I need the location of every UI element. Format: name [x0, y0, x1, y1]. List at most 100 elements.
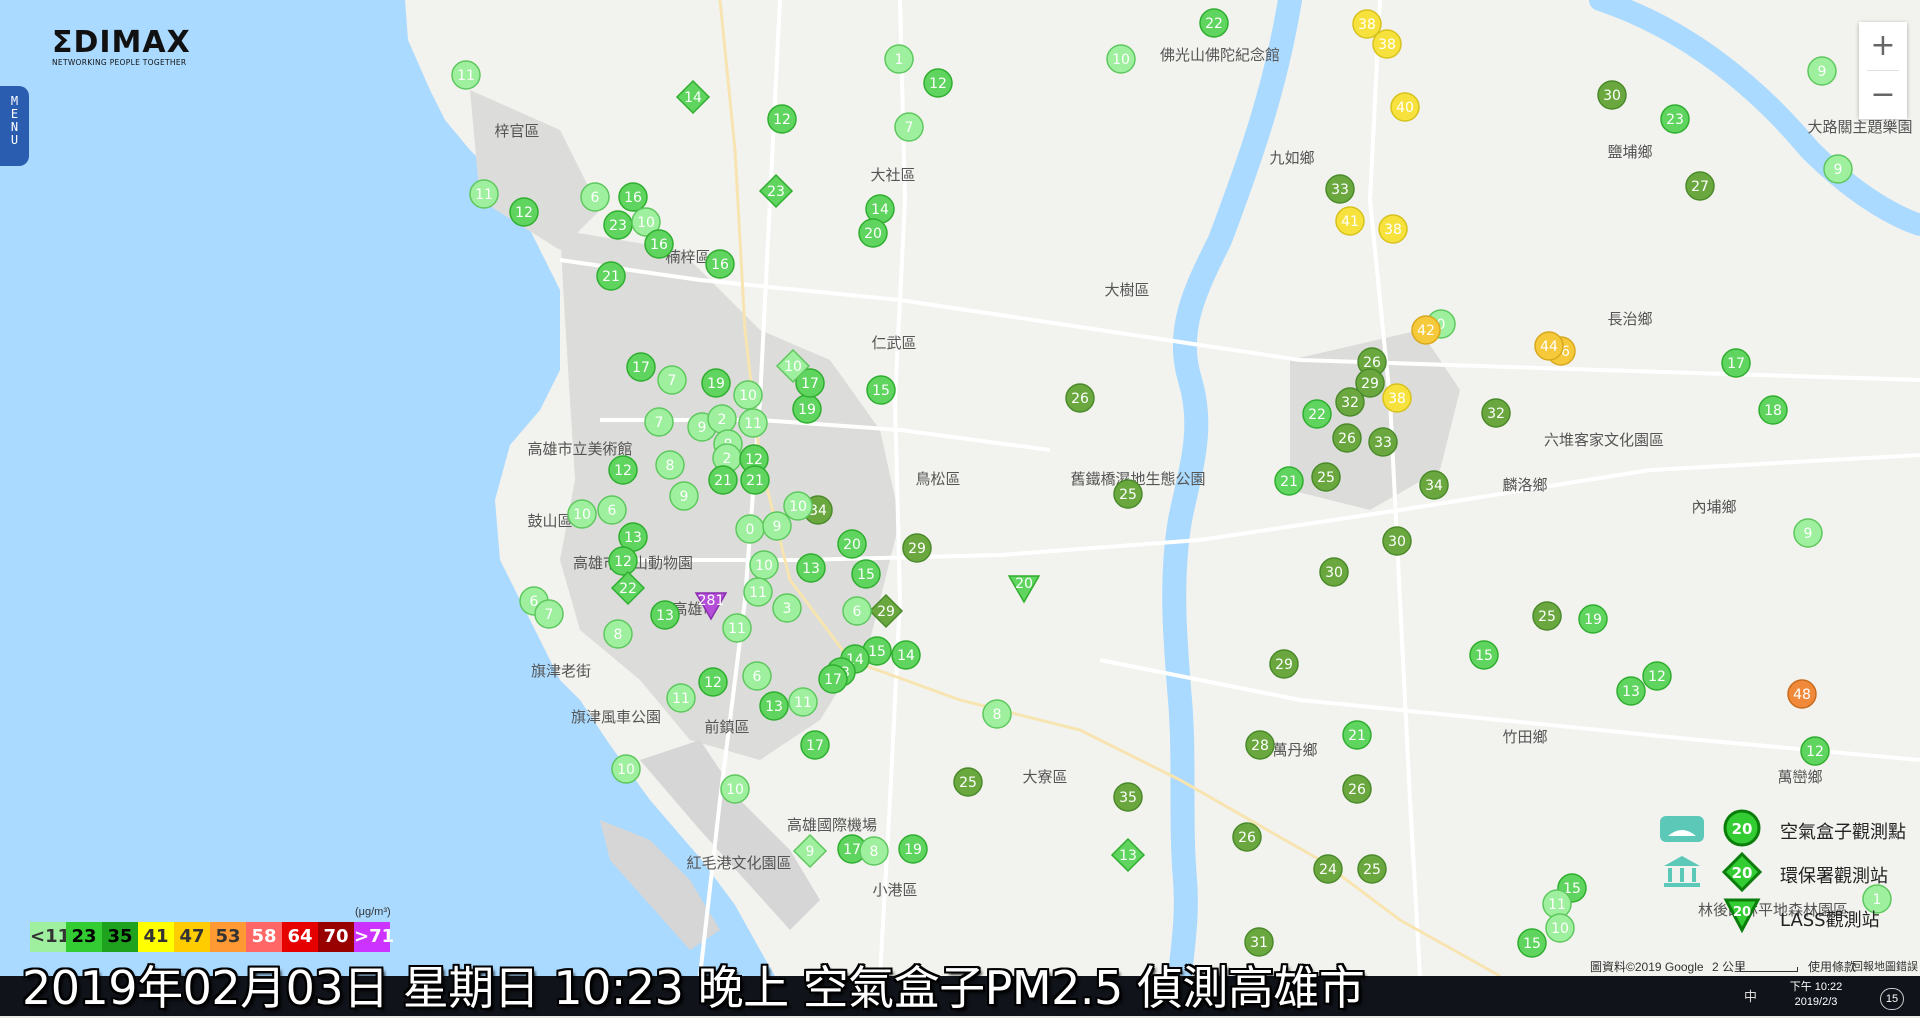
- airbox-station-marker[interactable]: 25: [1532, 601, 1562, 631]
- airbox-station-marker[interactable]: 28: [1245, 730, 1275, 760]
- airbox-station-marker[interactable]: 40: [1390, 92, 1420, 122]
- airbox-station-marker[interactable]: 8: [655, 450, 685, 480]
- airbox-station-marker[interactable]: 16: [705, 249, 735, 279]
- airbox-station-marker[interactable]: 9: [762, 511, 792, 541]
- airbox-station-marker[interactable]: 7: [534, 599, 564, 629]
- airbox-station-marker[interactable]: 41: [1335, 206, 1365, 236]
- report-map-error-link[interactable]: 回報地圖錯誤: [1852, 958, 1918, 974]
- airbox-station-marker[interactable]: 11: [743, 577, 773, 607]
- airbox-station-marker[interactable]: 33: [1368, 427, 1398, 457]
- airbox-station-marker[interactable]: 12: [608, 546, 638, 576]
- airbox-station-marker[interactable]: 7: [644, 407, 674, 437]
- airbox-station-marker[interactable]: 42: [1411, 315, 1441, 345]
- airbox-station-marker[interactable]: 0: [735, 514, 765, 544]
- airbox-station-marker[interactable]: 6: [580, 182, 610, 212]
- airbox-station-marker[interactable]: 12: [767, 104, 797, 134]
- airbox-station-marker[interactable]: 19: [701, 368, 731, 398]
- airbox-station-marker[interactable]: 7: [657, 365, 687, 395]
- airbox-station-marker[interactable]: 15: [866, 375, 896, 405]
- airbox-station-marker[interactable]: 9: [1807, 56, 1837, 86]
- airbox-station-marker[interactable]: 21: [1342, 720, 1372, 750]
- airbox-station-marker[interactable]: 21: [740, 465, 770, 495]
- airbox-station-marker[interactable]: 29: [1269, 649, 1299, 679]
- airbox-station-marker[interactable]: 10: [720, 774, 750, 804]
- airbox-station-marker[interactable]: 32: [1481, 398, 1511, 428]
- airbox-station-marker[interactable]: 11: [722, 613, 752, 643]
- airbox-station-marker[interactable]: 8: [859, 836, 889, 866]
- airbox-station-marker[interactable]: 22: [1199, 8, 1229, 38]
- airbox-station-marker[interactable]: 13: [796, 553, 826, 583]
- airbox-station-marker[interactable]: 15: [851, 559, 881, 589]
- airbox-station-marker[interactable]: 38: [1378, 214, 1408, 244]
- airbox-station-marker[interactable]: 19: [792, 394, 822, 424]
- airbox-station-marker[interactable]: 12: [923, 68, 953, 98]
- taskbar-clock[interactable]: 下午 10:22 2019/2/3: [1780, 980, 1852, 1010]
- airbox-station-marker[interactable]: 20: [858, 218, 888, 248]
- zoom-in-button[interactable]: +: [1859, 22, 1907, 70]
- airbox-station-marker[interactable]: 44: [1534, 331, 1564, 361]
- airbox-station-marker[interactable]: 17: [1721, 348, 1751, 378]
- airbox-station-marker[interactable]: 26: [1232, 822, 1262, 852]
- airbox-station-marker[interactable]: 16: [644, 229, 674, 259]
- airbox-station-marker[interactable]: 38: [1382, 383, 1412, 413]
- airbox-station-marker[interactable]: 30: [1319, 557, 1349, 587]
- airbox-station-marker[interactable]: 7: [894, 112, 924, 142]
- airbox-station-marker[interactable]: 18: [1758, 395, 1788, 425]
- airbox-station-marker[interactable]: 13: [1616, 676, 1646, 706]
- airbox-station-marker[interactable]: 30: [1597, 80, 1627, 110]
- airbox-station-marker[interactable]: 25: [1357, 854, 1387, 884]
- airbox-station-marker[interactable]: 19: [898, 834, 928, 864]
- menu-button[interactable]: MENU: [0, 86, 29, 166]
- airbox-station-marker[interactable]: 11: [469, 179, 499, 209]
- airbox-station-marker[interactable]: 9: [669, 481, 699, 511]
- airbox-station-marker[interactable]: 17: [818, 664, 848, 694]
- airbox-station-marker[interactable]: 12: [1642, 661, 1672, 691]
- airbox-station-marker[interactable]: 30: [1382, 526, 1412, 556]
- notification-center-button[interactable]: 15: [1880, 988, 1904, 1010]
- zoom-out-button[interactable]: −: [1859, 71, 1907, 119]
- airbox-station-marker[interactable]: 38: [1372, 29, 1402, 59]
- airbox-station-marker[interactable]: 8: [982, 699, 1012, 729]
- airbox-station-marker[interactable]: 1: [884, 44, 914, 74]
- airbox-station-marker[interactable]: 21: [708, 465, 738, 495]
- airbox-station-marker[interactable]: 23: [1660, 104, 1690, 134]
- airbox-station-marker[interactable]: 23: [603, 210, 633, 240]
- airbox-station-marker[interactable]: 10: [733, 380, 763, 410]
- airbox-station-marker[interactable]: 6: [742, 661, 772, 691]
- airbox-station-marker[interactable]: 6: [597, 495, 627, 525]
- airbox-station-marker[interactable]: 12: [1800, 736, 1830, 766]
- airbox-station-marker[interactable]: 12: [698, 667, 728, 697]
- airbox-station-marker[interactable]: 26: [1065, 383, 1095, 413]
- airbox-station-marker[interactable]: 16: [618, 182, 648, 212]
- ime-indicator[interactable]: 中: [1744, 986, 1757, 1005]
- airbox-station-marker[interactable]: 22: [1302, 399, 1332, 429]
- airbox-station-marker[interactable]: 3: [772, 593, 802, 623]
- airbox-station-marker[interactable]: 12: [608, 455, 638, 485]
- airbox-station-marker[interactable]: 15: [1469, 640, 1499, 670]
- airbox-station-marker[interactable]: 19: [1578, 604, 1608, 634]
- airbox-station-marker[interactable]: 13: [650, 600, 680, 630]
- airbox-station-marker[interactable]: 34: [1419, 470, 1449, 500]
- airbox-station-marker[interactable]: 10: [1106, 44, 1136, 74]
- airbox-station-marker[interactable]: 9: [1823, 154, 1853, 184]
- terms-link[interactable]: 使用條款: [1808, 958, 1856, 975]
- airbox-station-marker[interactable]: 24: [1313, 854, 1343, 884]
- airbox-station-marker[interactable]: 25: [1311, 462, 1341, 492]
- airbox-station-marker[interactable]: 26: [1332, 423, 1362, 453]
- airbox-station-marker[interactable]: 12: [509, 197, 539, 227]
- airbox-station-marker[interactable]: 11: [788, 687, 818, 717]
- airbox-station-marker[interactable]: 35: [1113, 782, 1143, 812]
- airbox-station-marker[interactable]: 8: [603, 619, 633, 649]
- airbox-station-marker[interactable]: 11: [666, 683, 696, 713]
- airbox-station-marker[interactable]: 25: [1113, 479, 1143, 509]
- map-canvas[interactable]: 梓官區楠梓區大社區九如鄉 鹽埔鄉大樹區長治鄉仁武區高雄市立美術館鳥松區 舊鐵橋濕地生…: [0, 0, 1920, 1016]
- airbox-station-marker[interactable]: 32: [1335, 387, 1365, 417]
- airbox-station-marker[interactable]: 21: [1274, 466, 1304, 496]
- airbox-station-marker[interactable]: 10: [611, 754, 641, 784]
- airbox-station-marker[interactable]: 17: [626, 352, 656, 382]
- airbox-station-marker[interactable]: 6: [842, 596, 872, 626]
- airbox-station-marker[interactable]: 10: [567, 499, 597, 529]
- airbox-station-marker[interactable]: 26: [1342, 774, 1372, 804]
- airbox-station-marker[interactable]: 27: [1685, 171, 1715, 201]
- airbox-station-marker[interactable]: 9: [1793, 518, 1823, 548]
